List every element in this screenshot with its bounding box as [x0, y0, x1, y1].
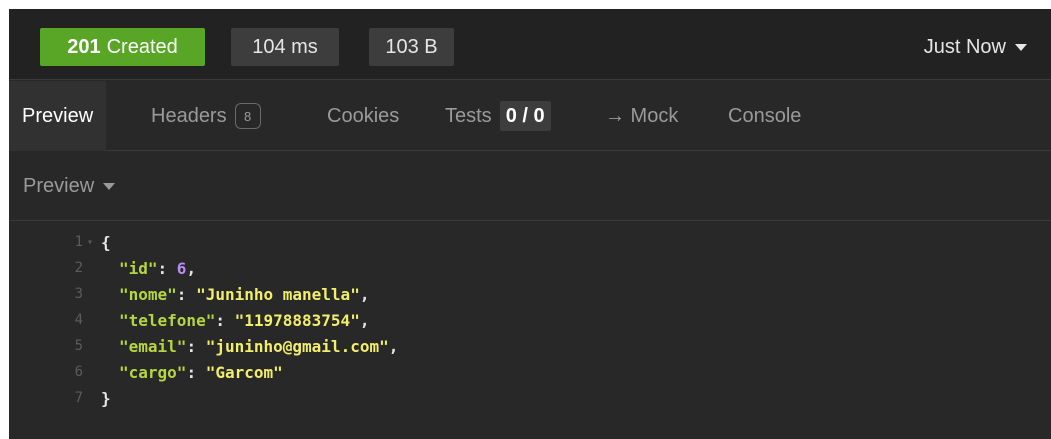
json-separator: ,: [359, 310, 370, 330]
tests-count-badge: 0 / 0: [499, 101, 551, 131]
code-line: 1 ▾ {: [9, 229, 1051, 255]
tab-preview[interactable]: Preview: [9, 81, 107, 151]
response-panel: 201 Created 104 ms 103 B Just Now Previe…: [9, 9, 1051, 439]
fold-caret-icon[interactable]: ▾: [87, 237, 93, 248]
tab-console-label: Console: [728, 104, 802, 127]
code-line: 4 "telefone": "11978883754",: [9, 307, 1051, 333]
response-status-bar: 201 Created 104 ms 103 B Just Now: [9, 9, 1051, 80]
json-key: "telefone": [119, 310, 216, 330]
response-body-viewer[interactable]: 1 ▾ { 2 "id": 6, 3 "nome": "Juninho mane…: [9, 222, 1051, 439]
json-entry: "email": "juninho@gmail.com",: [119, 336, 399, 356]
tab-tests-label: Tests: [445, 104, 492, 127]
json-key: "email": [119, 336, 187, 356]
response-history-dropdown[interactable]: Just Now: [924, 28, 1027, 66]
json-open-brace: {: [101, 232, 111, 252]
tab-mock[interactable]: → Mock: [605, 81, 678, 151]
json-separator: ,: [186, 258, 197, 278]
preview-mode-dropdown[interactable]: Preview: [23, 152, 116, 221]
tab-tests[interactable]: Tests 0 / 0: [445, 81, 551, 151]
line-number: 2: [74, 260, 83, 276]
json-entry: "telefone": "11978883754",: [119, 310, 370, 330]
json-entry: "nome": "Juninho manella",: [119, 284, 370, 304]
line-number: 6: [74, 364, 83, 380]
line-number: 1: [74, 234, 83, 250]
response-tabs: Preview Headers 8 Cookies Tests 0 / 0 → …: [9, 81, 1051, 151]
json-value: 6: [176, 258, 187, 278]
preview-mode-bar: Preview: [9, 152, 1051, 221]
response-time-badge: 104 ms: [231, 28, 339, 66]
json-value: "Garcom": [205, 362, 283, 382]
json-close-brace: }: [101, 388, 111, 408]
headers-count-badge: 8: [234, 103, 261, 129]
tab-mock-label: → Mock: [605, 104, 679, 127]
json-key: "cargo": [119, 362, 187, 382]
status-badge: 201 Created: [40, 28, 205, 66]
json-entry: "id": 6,: [119, 258, 197, 278]
code-line: 3 "nome": "Juninho manella",: [9, 281, 1051, 307]
preview-mode-label: Preview: [23, 175, 95, 197]
json-separator: ,: [388, 336, 399, 356]
code-line: 5 "email": "juninho@gmail.com",: [9, 333, 1051, 359]
json-value: "Juninho manella": [196, 284, 360, 304]
line-number: 7: [74, 390, 83, 406]
tab-console[interactable]: Console: [728, 81, 801, 151]
code-line: 7 }: [9, 385, 1051, 411]
tab-cookies[interactable]: Cookies: [327, 81, 399, 151]
json-key: "id": [119, 258, 158, 278]
chevron-down-icon: [103, 183, 116, 190]
json-value: "juninho@gmail.com": [205, 336, 389, 356]
json-key: "nome": [119, 284, 177, 304]
code-line: 6 "cargo": "Garcom": [9, 359, 1051, 385]
line-number: 3: [74, 286, 83, 302]
tab-preview-label: Preview: [22, 104, 94, 127]
response-size-badge: 103 B: [369, 28, 454, 66]
line-number: 4: [74, 312, 83, 328]
tab-headers-label: Headers: [151, 104, 227, 127]
line-number: 5: [74, 338, 83, 354]
json-value: "11978883754": [234, 310, 360, 330]
code-line: 2 "id": 6,: [9, 255, 1051, 281]
status-text: Created: [106, 35, 178, 58]
status-code: 201: [67, 35, 101, 58]
json-separator: ,: [359, 284, 370, 304]
timestamp-label: Just Now: [923, 35, 1006, 58]
tab-headers[interactable]: Headers 8: [151, 81, 261, 151]
chevron-down-icon: [1015, 43, 1027, 51]
json-entry: "cargo": "Garcom": [119, 362, 283, 382]
tab-cookies-label: Cookies: [327, 104, 400, 127]
